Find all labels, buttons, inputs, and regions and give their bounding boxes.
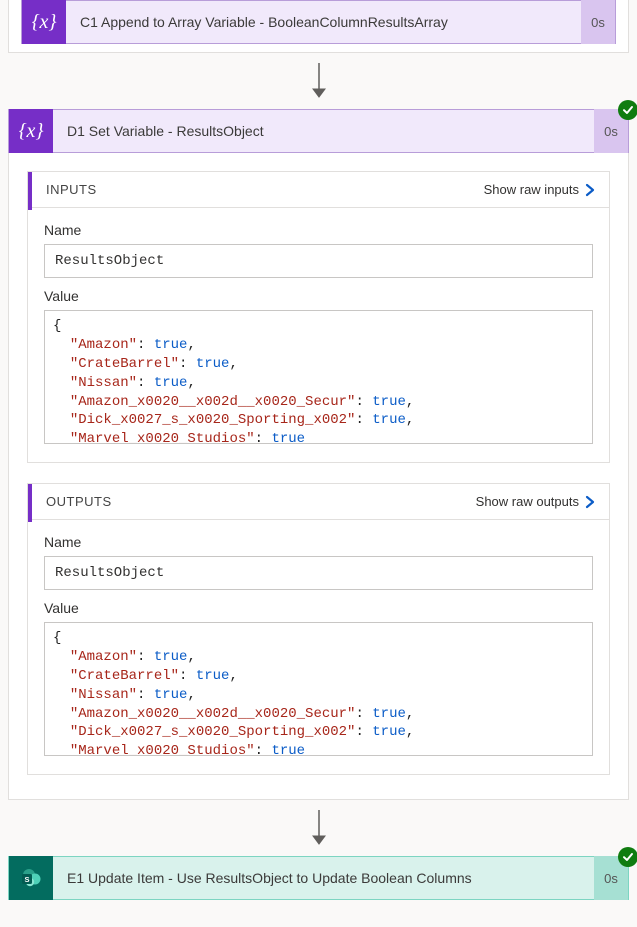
action-title: D1 Set Variable - ResultsObject (53, 123, 594, 139)
chevron-right-icon (585, 495, 595, 509)
outputs-heading: OUTPUTS (46, 494, 112, 509)
name-label: Name (44, 222, 593, 238)
value-label: Value (44, 288, 593, 304)
inputs-panel: INPUTS Show raw inputs Name Value { "Ama… (27, 171, 610, 463)
sharepoint-icon: S (9, 856, 53, 900)
value-label: Value (44, 600, 593, 616)
action-header-d1[interactable]: {x} D1 Set Variable - ResultsObject 0s (8, 109, 629, 153)
svg-text:S: S (24, 875, 29, 884)
inputs-value-code[interactable]: { "Amazon": true, "CrateBarrel": true, "… (44, 310, 593, 444)
action-title: C1 Append to Array Variable - BooleanCol… (66, 14, 581, 30)
outputs-panel: OUTPUTS Show raw outputs Name Value { "A… (27, 483, 610, 775)
action-card-c1[interactable]: {x} C1 Append to Array Variable - Boolea… (21, 0, 616, 44)
chevron-right-icon (585, 183, 595, 197)
action-duration: 0s (581, 0, 615, 44)
inputs-heading: INPUTS (46, 182, 97, 197)
outputs-name-field[interactable] (44, 556, 593, 590)
variable-icon: {x} (22, 0, 66, 44)
success-check-icon (618, 847, 637, 867)
variable-icon: {x} (9, 109, 53, 153)
show-raw-inputs-link[interactable]: Show raw inputs (484, 182, 595, 197)
success-check-icon (618, 100, 637, 120)
action-card-d1: {x} D1 Set Variable - ResultsObject 0s I… (8, 109, 629, 800)
action-title: E1 Update Item - Use ResultsObject to Up… (53, 870, 594, 886)
flow-arrow-icon (8, 810, 629, 846)
show-raw-outputs-link[interactable]: Show raw outputs (476, 494, 595, 509)
action-card-e1[interactable]: S E1 Update Item - Use ResultsObject to … (8, 856, 629, 900)
outputs-value-code[interactable]: { "Amazon": true, "CrateBarrel": true, "… (44, 622, 593, 756)
name-label: Name (44, 534, 593, 550)
inputs-name-field[interactable] (44, 244, 593, 278)
flow-arrow-icon (8, 63, 629, 99)
